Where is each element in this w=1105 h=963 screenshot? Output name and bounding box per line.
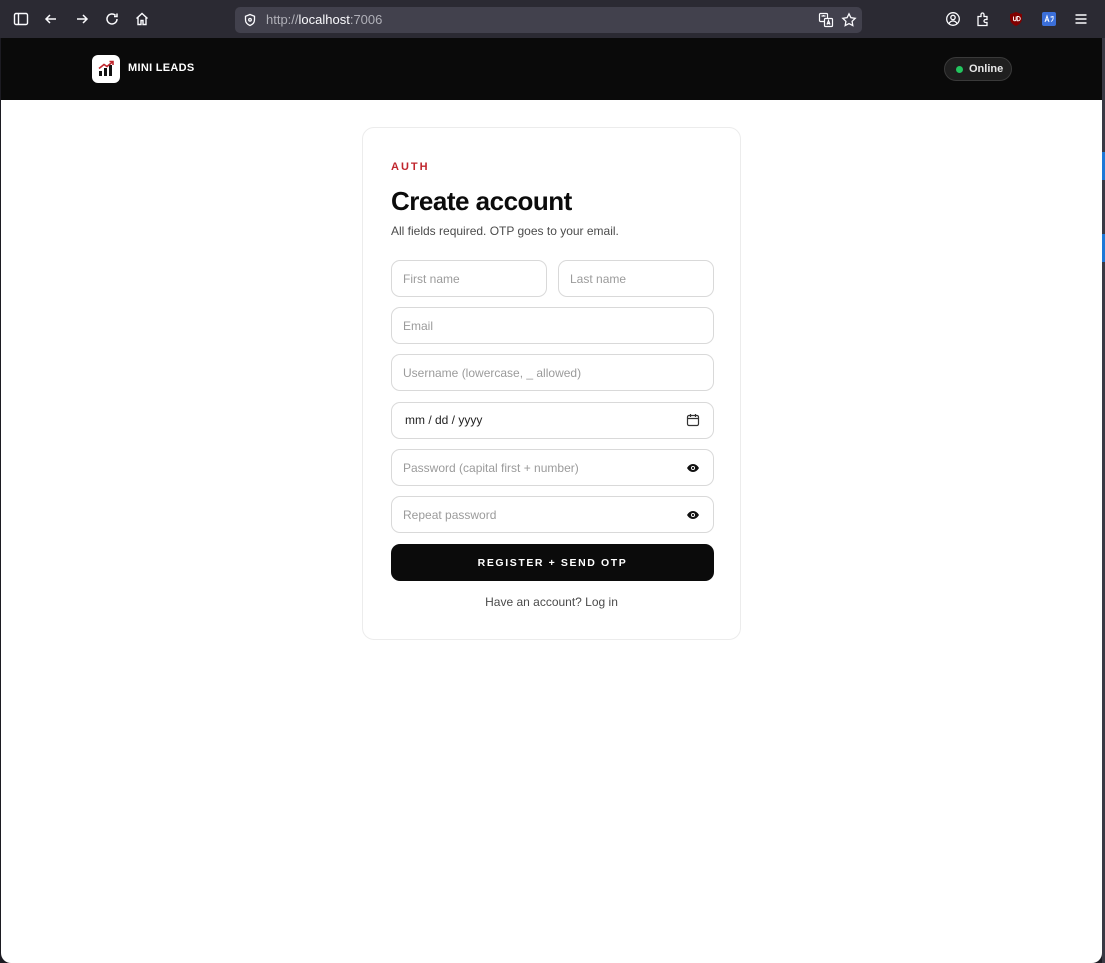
url-text[interactable]: http://localhost:7006 (266, 12, 382, 27)
section-eyebrow: AUTH (391, 161, 430, 173)
status-badge: Online (944, 57, 1012, 81)
chart-logo-icon (98, 60, 114, 76)
email-input[interactable] (391, 307, 714, 344)
first-name-input[interactable] (391, 260, 547, 297)
eye-icon[interactable] (686, 463, 700, 473)
calendar-icon[interactable] (686, 413, 700, 427)
date-placeholder: mm / dd / yyyy (405, 413, 483, 427)
status-dot-icon (956, 66, 963, 73)
back-icon[interactable] (41, 9, 61, 29)
repeat-password-input[interactable] (391, 496, 714, 533)
last-name-input[interactable] (558, 260, 714, 297)
ublock-icon[interactable] (1006, 9, 1026, 29)
sidebar-icon[interactable] (11, 9, 31, 29)
menu-icon[interactable] (1071, 9, 1091, 29)
page-viewport: MINI LEADS Online AUTH Create account Al… (1, 38, 1102, 963)
login-link[interactable]: Have an account? Log in (363, 595, 740, 609)
translate-icon[interactable] (818, 12, 834, 28)
app-header: MINI LEADS Online (1, 38, 1102, 100)
username-input[interactable] (391, 354, 714, 391)
site-shield-icon[interactable] (243, 13, 257, 27)
bookmark-star-icon[interactable] (841, 12, 857, 28)
register-card: AUTH Create account All fields required.… (362, 127, 741, 640)
extensions-icon[interactable] (973, 9, 993, 29)
translator-extension-icon[interactable] (1039, 9, 1059, 29)
form-subtitle: All fields required. OTP goes to your em… (391, 224, 619, 238)
logo[interactable] (92, 55, 120, 83)
password-input[interactable] (391, 449, 714, 486)
account-icon[interactable] (943, 9, 963, 29)
home-icon[interactable] (132, 9, 152, 29)
brand-name[interactable]: MINI LEADS (128, 62, 195, 74)
birthdate-input[interactable]: mm / dd / yyyy (391, 402, 714, 439)
forward-icon[interactable] (72, 9, 92, 29)
status-label: Online (969, 63, 1004, 75)
browser-toolbar: http://localhost:7006 (0, 0, 1105, 38)
register-button[interactable]: REGISTER + SEND OTP (391, 544, 714, 581)
address-bar[interactable]: http://localhost:7006 (235, 7, 862, 33)
reload-icon[interactable] (102, 9, 122, 29)
eye-icon[interactable] (686, 510, 700, 520)
page-title: Create account (391, 186, 572, 216)
